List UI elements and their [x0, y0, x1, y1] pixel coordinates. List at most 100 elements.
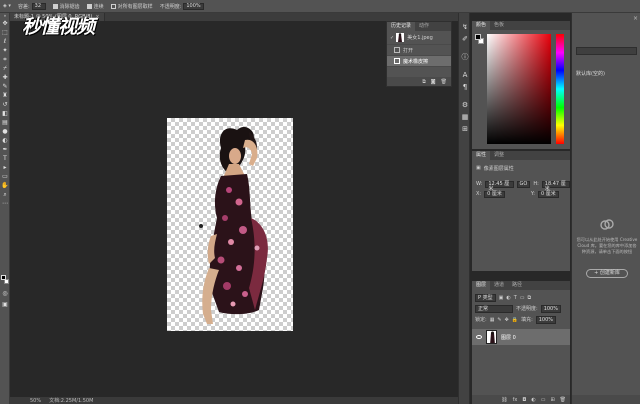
library-search-input[interactable]	[576, 47, 637, 55]
tool-presets-icon[interactable]: ⊞	[459, 123, 471, 135]
layer-thumbnail-image	[490, 331, 495, 343]
edit-toolbar-icon[interactable]: ⋯	[0, 199, 10, 208]
healing-brush-tool-icon[interactable]: ✚	[0, 73, 10, 82]
opacity-input[interactable]: 100%	[183, 2, 204, 10]
sample-all-checkbox[interactable]: 对所有图层取样	[110, 3, 153, 10]
new-document-from-state-icon[interactable]: ⧉	[422, 79, 426, 85]
hand-tool-icon[interactable]: ✋	[0, 181, 10, 190]
filter-type-icon[interactable]: T	[514, 295, 517, 301]
marquee-tool-icon[interactable]: ⬚	[0, 28, 10, 37]
tab-history[interactable]: 历史记录	[387, 22, 416, 31]
type-tool-icon[interactable]: T	[0, 154, 10, 163]
lock-pixels-icon[interactable]: ▦	[490, 317, 495, 323]
eyedropper-tool-icon[interactable]: ⌿	[0, 64, 10, 73]
blur-tool-icon[interactable]: ●	[0, 127, 10, 136]
gradient-tool-icon[interactable]: ▤	[0, 118, 10, 127]
new-group-icon[interactable]: ▭	[541, 397, 546, 403]
filter-smart-object-icon[interactable]: ⧉	[528, 295, 532, 301]
filter-shape-icon[interactable]: ▭	[520, 295, 525, 301]
move-tool-icon[interactable]: ✥	[0, 19, 10, 28]
contiguous-checkbox[interactable]: 连续	[86, 3, 104, 10]
magic-wand-tool-icon[interactable]: ✦	[0, 46, 10, 55]
tab-channels[interactable]: 通道	[490, 281, 508, 290]
color-panel-fg-bg[interactable]	[475, 34, 485, 46]
tab-layers[interactable]: 图层	[472, 281, 491, 290]
layer-row[interactable]: 图层 0	[472, 329, 570, 345]
new-layer-icon[interactable]: ⊞	[550, 397, 554, 403]
create-new-library-button[interactable]: + 创建新库	[586, 269, 628, 278]
lock-paint-icon[interactable]: ✎	[497, 317, 501, 323]
saturation-brightness-field[interactable]	[487, 34, 551, 144]
add-mask-icon[interactable]: ◘	[522, 397, 526, 403]
visibility-eye-icon[interactable]	[476, 335, 482, 339]
creative-cloud-icon	[600, 219, 614, 230]
shape-tool-icon[interactable]: ▭	[0, 172, 10, 181]
tab-actions[interactable]: 动作	[415, 22, 433, 31]
character-panel-icon[interactable]: A	[459, 69, 471, 81]
foreground-color-swatch[interactable]	[1, 275, 6, 280]
document-canvas[interactable]	[167, 118, 293, 331]
y-input[interactable]: 0 厘米	[537, 190, 559, 198]
close-panel-icon[interactable]: ×	[633, 15, 638, 22]
layer-style-icon[interactable]: fx	[513, 397, 518, 403]
layer-opacity-label: 不透明度:	[516, 306, 538, 312]
tolerance-input[interactable]: 32	[31, 2, 46, 10]
lasso-tool-icon[interactable]: ℓ	[0, 37, 10, 46]
x-input[interactable]: 0 厘米	[484, 190, 505, 198]
history-step-magic-eraser[interactable]: 魔术橡皮擦	[387, 56, 451, 67]
tab-adjustments[interactable]: 调整	[490, 151, 508, 160]
layer-filter-select[interactable]: P 类型	[475, 293, 496, 302]
delete-layer-icon[interactable]: 🗑	[560, 397, 566, 403]
dodge-tool-icon[interactable]: ◐	[0, 136, 10, 145]
clone-stamp-tool-icon[interactable]: ♜	[0, 91, 10, 100]
trash-icon[interactable]: 🗑	[441, 79, 447, 85]
filter-pixel-icon[interactable]: ▣	[499, 295, 504, 301]
foreground-background-swatch[interactable]	[1, 275, 10, 285]
history-brush-tool-icon[interactable]: ↺	[0, 100, 10, 109]
snapshot-thumbnail	[396, 33, 405, 42]
paragraph-panel-icon[interactable]: ¶	[459, 81, 471, 93]
history-step-open[interactable]: 打开	[387, 45, 451, 56]
path-selection-tool-icon[interactable]: ▸	[0, 163, 10, 172]
blend-mode-select[interactable]: 正常	[475, 304, 513, 313]
history-panel-icon[interactable]: ↯	[459, 21, 471, 33]
brush-tool-icon[interactable]: ✎	[0, 82, 10, 91]
lock-position-icon[interactable]: ✥	[505, 317, 509, 323]
tab-color[interactable]: 颜色	[472, 21, 491, 30]
width-input[interactable]: 12.45 厘米	[485, 180, 514, 191]
adjustments-icon[interactable]: ⚙	[459, 99, 471, 111]
layer-opacity-input[interactable]: 100%	[540, 304, 561, 313]
screen-mode-icon[interactable]: ▣	[0, 300, 10, 309]
lock-all-icon[interactable]: 🔒	[512, 317, 518, 323]
pen-tool-icon[interactable]: ✒	[0, 145, 10, 154]
zoom-tool-icon[interactable]: ⌕	[0, 190, 10, 199]
brush-presets-icon[interactable]: ✐	[459, 33, 471, 45]
fill-input[interactable]: 100%	[535, 315, 557, 324]
tab-properties[interactable]: 属性	[472, 151, 491, 160]
hue-slider[interactable]	[556, 34, 564, 144]
link-layers-icon[interactable]: ⛓	[501, 397, 507, 403]
magic-eraser-tool-icon[interactable]: ◈ ▾	[3, 3, 11, 9]
antialias-checkbox[interactable]: 消除锯齿	[52, 3, 80, 10]
sample-all-check-icon	[110, 3, 116, 9]
close-tab-icon[interactable]: ×	[95, 13, 99, 21]
zoom-level[interactable]: 50%	[30, 398, 41, 404]
filter-adjustment-icon[interactable]: ◐	[506, 295, 510, 301]
history-snapshot[interactable]: ✓ 美女1.jpeg	[387, 31, 451, 45]
quick-mask-icon[interactable]: ◎	[0, 289, 10, 298]
styles-panel-icon[interactable]: ▦	[459, 111, 471, 123]
link-dimensions-button[interactable]: GO	[516, 180, 531, 188]
color-panel-foreground-swatch[interactable]	[475, 34, 481, 40]
library-title[interactable]: 默认库(空的)	[576, 70, 605, 77]
tab-swatches[interactable]: 色板	[490, 21, 508, 30]
tab-paths[interactable]: 路径	[508, 281, 526, 290]
camera-snapshot-icon[interactable]: ◙	[431, 79, 436, 85]
eraser-tool-icon[interactable]: ◧	[0, 109, 10, 118]
info-icon[interactable]: ⓘ	[459, 51, 471, 63]
crop-tool-icon[interactable]: ⌗	[0, 55, 10, 64]
layers-footer: ⛓ fx ◘ ◐ ▭ ⊞ 🗑	[472, 395, 570, 404]
opacity-label: 不透明度:	[159, 3, 182, 10]
new-adjustment-icon[interactable]: ◐	[531, 397, 535, 403]
document-info[interactable]: 文档:2.25M/1.50M	[49, 397, 93, 404]
height-input[interactable]: 18.47 厘米	[541, 180, 570, 191]
